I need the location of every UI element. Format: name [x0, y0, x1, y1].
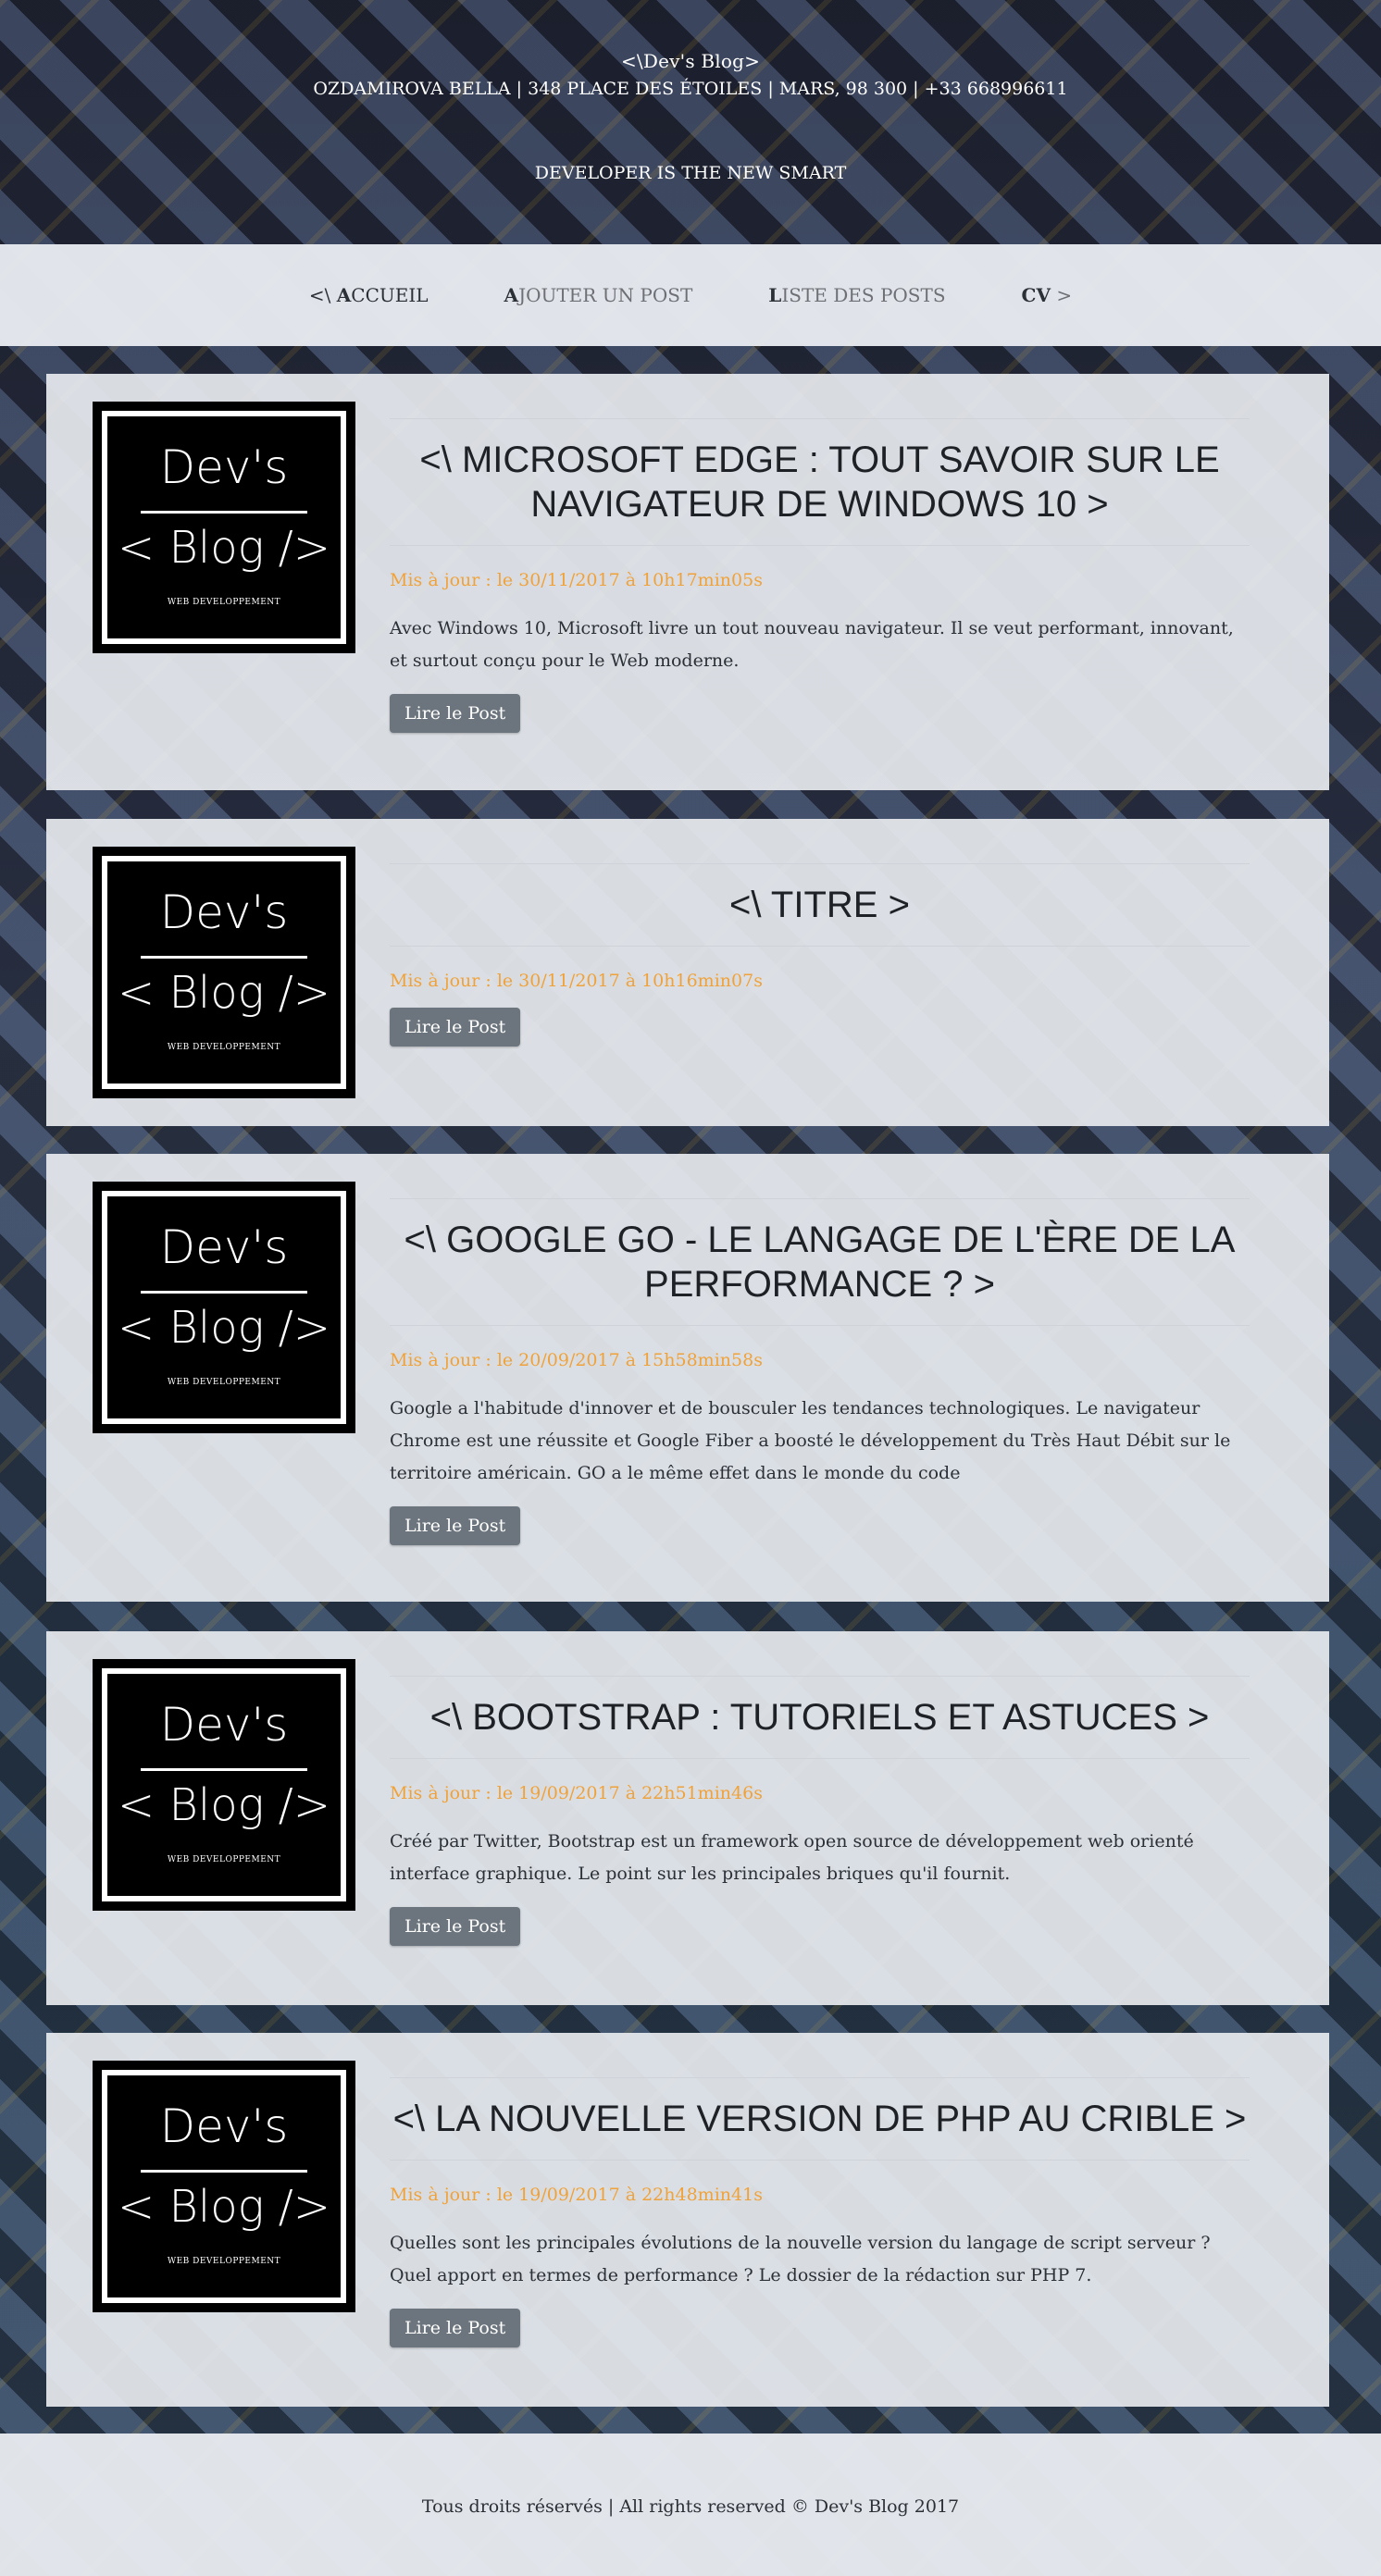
post-card: Dev's < Blog /> WEB DEVELOPPEMENT <\ Boo… [46, 1631, 1329, 2005]
logo-dev-text: Dev's [159, 1698, 289, 1752]
nav-item-initial: A [504, 284, 519, 306]
logo-blog-text: < Blog /> [117, 1779, 331, 1831]
logo-blog-text: < Blog /> [117, 2181, 331, 2233]
page-footer: Tous droits réservés | All rights reserv… [0, 2434, 1381, 2576]
logo-divider [141, 956, 307, 959]
logo-frame: Dev's < Blog /> WEB DEVELOPPEMENT [102, 1668, 346, 1901]
post-thumbnail[interactable]: Dev's < Blog /> WEB DEVELOPPEMENT [93, 402, 355, 653]
logo-dev-text: Dev's [159, 2099, 289, 2153]
nav-item-liste-des-posts[interactable]: LISTE DES POSTS [768, 284, 945, 306]
post-title: <\ Bootstrap : tutoriels et astuces > [429, 1697, 1210, 1738]
logo-subtitle: WEB DEVELOPPEMENT [167, 1855, 281, 1864]
post-thumbnail[interactable]: Dev's < Blog /> WEB DEVELOPPEMENT [93, 2061, 355, 2312]
nav-item-initial: L [768, 284, 782, 306]
post-excerpt: Quelles sont les principales évolutions … [390, 2233, 1211, 2285]
read-post-button[interactable]: Lire le Post [390, 1907, 521, 1946]
nav-item-accueil[interactable]: <\ ACCUEIL [309, 284, 429, 306]
logo-blog-text: < Blog /> [117, 1302, 331, 1354]
logo-divider [141, 2170, 307, 2173]
post-title: <\ La nouvelle version de PHP au crible … [392, 2099, 1247, 2139]
title-rule-bottom [390, 1325, 1250, 1326]
nav-item-label: > [1050, 284, 1073, 306]
masthead: <\Dev's Blog> OZDAMIROVA BELLA | 348 PLA… [0, 0, 1381, 244]
post-content: <\ Google Go - le langage de l'ère de la… [390, 1198, 1250, 1545]
logo-dev-text: Dev's [159, 1220, 289, 1274]
post-content: <\ La nouvelle version de PHP au crible … [390, 2077, 1250, 2347]
title-rule-bottom [390, 1758, 1250, 1759]
footer-copyright: Tous droits réservés | All rights reserv… [421, 2496, 960, 2517]
logo-frame: Dev's < Blog /> WEB DEVELOPPEMENT [102, 411, 346, 644]
post-excerpt: Google a l'habitude d'innover et de bous… [390, 1398, 1231, 1483]
nav-item-cv[interactable]: CV > [1022, 284, 1073, 306]
logo-dev-text: Dev's [159, 886, 289, 939]
post-card: Dev's < Blog /> WEB DEVELOPPEMENT <\ La … [46, 2033, 1329, 2407]
post-title: <\ TITRE > [729, 885, 910, 925]
post-date: Mis à jour : le 20/09/2017 à 15h58min58s [390, 1350, 763, 1370]
post-title: <\ Microsoft Edge : tout savoir sur le n… [419, 440, 1220, 525]
site-address: OZDAMIROVA BELLA | 348 PLACE DES ÉTOILES… [313, 79, 1068, 99]
post-title: <\ Google Go - le langage de l'ère de la… [404, 1220, 1236, 1305]
logo-dev-text: Dev's [159, 440, 289, 494]
post-thumbnail[interactable]: Dev's < Blog /> WEB DEVELOPPEMENT [93, 1182, 355, 1433]
nav-item-label: JOUTER UN POST [518, 284, 693, 306]
logo-subtitle: WEB DEVELOPPEMENT [167, 1043, 281, 1052]
read-post-button[interactable]: Lire le Post [390, 2309, 521, 2347]
post-thumbnail[interactable]: Dev's < Blog /> WEB DEVELOPPEMENT [93, 847, 355, 1098]
post-excerpt: Créé par Twitter, Bootstrap est un frame… [390, 1831, 1194, 1884]
logo-frame: Dev's < Blog /> WEB DEVELOPPEMENT [102, 856, 346, 1089]
read-post-button[interactable]: Lire le Post [390, 1008, 521, 1046]
post-date: Mis à jour : le 30/11/2017 à 10h16min07s [390, 971, 763, 991]
main-navbar: <\ ACCUEIL AJOUTER UN POST LISTE DES POS… [0, 244, 1381, 346]
logo-divider [141, 1291, 307, 1294]
site-brand: <\Dev's Blog> [620, 50, 761, 72]
title-rule-bottom [390, 946, 1250, 947]
read-post-button[interactable]: Lire le Post [390, 1506, 521, 1545]
title-rule-bottom [390, 545, 1250, 546]
nav-item-label: CCUEIL [351, 284, 429, 306]
logo-divider [141, 511, 307, 514]
logo-subtitle: WEB DEVELOPPEMENT [167, 598, 281, 607]
nav-item-initial: A [336, 284, 352, 306]
post-date: Mis à jour : le 19/09/2017 à 22h48min41s [390, 2185, 763, 2205]
logo-frame: Dev's < Blog /> WEB DEVELOPPEMENT [102, 1191, 346, 1424]
logo-subtitle: WEB DEVELOPPEMENT [167, 2257, 281, 2266]
post-card: Dev's < Blog /> WEB DEVELOPPEMENT <\ Goo… [46, 1154, 1329, 1602]
post-content: <\ TITRE > Mis à jour : le 30/11/2017 à … [390, 863, 1250, 1046]
post-date: Mis à jour : le 19/09/2017 à 22h51min46s [390, 1783, 763, 1803]
post-card: Dev's < Blog /> WEB DEVELOPPEMENT <\ Mic… [46, 374, 1329, 790]
logo-blog-text: < Blog /> [117, 967, 331, 1019]
nav-item-ajouter-un-post[interactable]: AJOUTER UN POST [504, 284, 693, 306]
post-thumbnail[interactable]: Dev's < Blog /> WEB DEVELOPPEMENT [93, 1659, 355, 1911]
nav-item-initial: CV [1021, 284, 1051, 306]
post-date: Mis à jour : le 30/11/2017 à 10h17min05s [390, 570, 763, 590]
logo-subtitle: WEB DEVELOPPEMENT [167, 1378, 281, 1387]
logo-frame: Dev's < Blog /> WEB DEVELOPPEMENT [102, 2070, 346, 2303]
post-excerpt: Avec Windows 10, Microsoft livre un tout… [390, 618, 1234, 671]
post-card: Dev's < Blog /> WEB DEVELOPPEMENT <\ TIT… [46, 819, 1329, 1126]
title-rule-bottom [390, 2160, 1250, 2161]
nav-item-prefix: <\ [308, 284, 337, 306]
logo-divider [141, 1768, 307, 1771]
post-content: <\ Microsoft Edge : tout savoir sur le n… [390, 418, 1250, 733]
site-tagline: DEVELOPER IS THE NEW SMART [534, 163, 847, 183]
logo-blog-text: < Blog /> [117, 522, 331, 574]
read-post-button[interactable]: Lire le Post [390, 694, 521, 733]
post-content: <\ Bootstrap : tutoriels et astuces > Mi… [390, 1676, 1250, 1946]
nav-item-label: ISTE DES POSTS [781, 284, 946, 306]
